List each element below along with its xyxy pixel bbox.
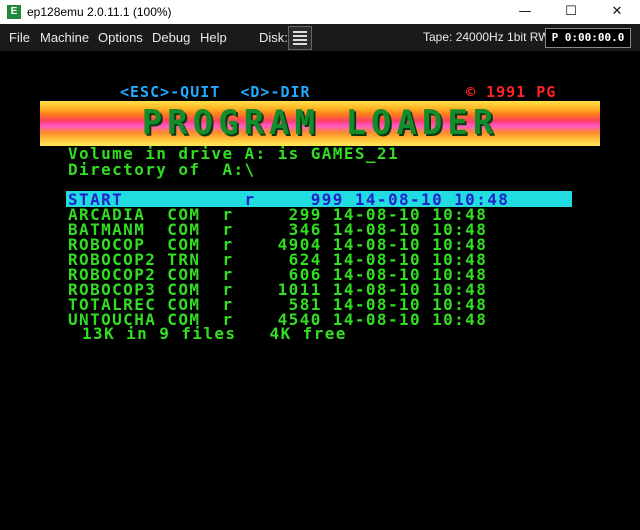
menu-help[interactable]: Help: [200, 24, 227, 51]
disk-drive-icon[interactable]: [288, 26, 312, 50]
program-loader-banner: PROGRAM LOADER: [40, 101, 600, 146]
menu-debug[interactable]: Debug: [152, 24, 190, 51]
copyright-text: © 1991 PG: [466, 83, 557, 101]
tape-status: Tape: 24000Hz 1bit RW: [423, 30, 550, 44]
window-title: ep128emu 2.0.11.1 (100%): [27, 5, 172, 19]
tape-counter[interactable]: P 0:00:00.0: [545, 28, 631, 48]
directory-line: Directory of A:\: [68, 160, 256, 179]
close-button[interactable]: ✕: [594, 0, 640, 24]
disk-summary: 13K in 9 files 4K free: [82, 324, 347, 343]
minimize-button[interactable]: —: [502, 0, 548, 24]
maximize-button[interactable]: ☐: [548, 0, 594, 24]
app-icon: E: [7, 5, 21, 19]
disk-label: Disk:: [259, 30, 288, 45]
menu-machine[interactable]: Machine: [40, 24, 89, 51]
banner-title: PROGRAM LOADER: [141, 103, 499, 143]
title-bar: E ep128emu 2.0.11.1 (100%) — ☐ ✕: [0, 0, 640, 24]
menu-file[interactable]: File: [9, 24, 30, 51]
menu-options[interactable]: Options: [98, 24, 143, 51]
emulator-screen[interactable]: <ESC>-QUIT <D>-DIR © 1991 PG PROGRAM LOA…: [0, 51, 640, 530]
menu-bar: File Machine Options Debug Help Disk: Ta…: [0, 24, 640, 51]
key-hints: <ESC>-QUIT <D>-DIR: [120, 83, 311, 101]
